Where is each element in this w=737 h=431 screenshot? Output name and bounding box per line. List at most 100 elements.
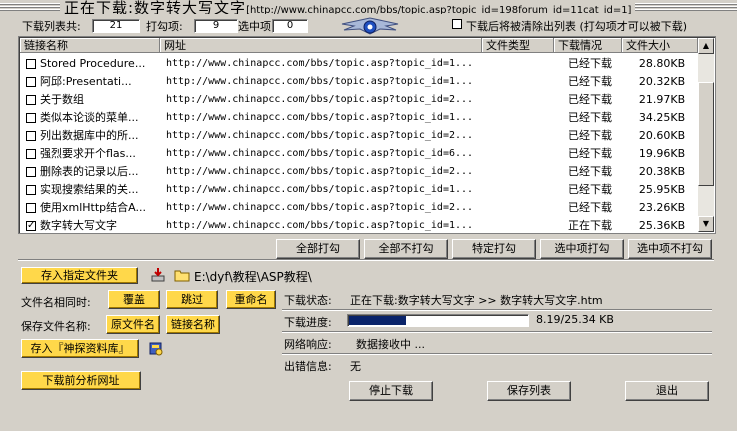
row-url: http://www.chinapcc.com/bbs/topic.asp?to… bbox=[166, 112, 474, 123]
rename-button[interactable]: 重命名 bbox=[226, 290, 276, 309]
row-file-size: 28.80KB bbox=[638, 57, 686, 70]
check-specific-button[interactable]: 特定打勾 bbox=[452, 239, 536, 259]
row-file-type bbox=[486, 73, 554, 91]
row-download-status: 正在下载 bbox=[568, 219, 612, 232]
check-selected-button[interactable]: 选中项打勾 bbox=[540, 239, 624, 259]
exit-button[interactable]: 退出 bbox=[625, 381, 709, 401]
original-filename-button[interactable]: 原文件名 bbox=[106, 315, 160, 334]
title-bar[interactable]: 正在下载:数字转大写文字[http://www.chinapcc.com/bbs… bbox=[0, 0, 737, 14]
checked-count-label: 打勾项: bbox=[146, 20, 183, 33]
row-checkbox[interactable] bbox=[26, 113, 36, 123]
selected-count-value: 0 bbox=[272, 19, 308, 33]
list-count-value: 21 bbox=[92, 19, 140, 33]
status-divider bbox=[282, 331, 712, 333]
row-checkbox[interactable] bbox=[26, 77, 36, 87]
table-row[interactable]: Stored Procedure... http://www.chinapcc.c… bbox=[20, 55, 698, 73]
row-file-type bbox=[486, 163, 554, 181]
row-link-name: 强烈要求开个flas... bbox=[40, 147, 136, 160]
row-download-status: 已经下载 bbox=[568, 75, 612, 88]
download-tray-icon[interactable] bbox=[150, 267, 166, 283]
row-link-name: 数字转大写文字 bbox=[40, 219, 117, 232]
check-all-button[interactable]: 全部打勾 bbox=[276, 239, 360, 259]
analyze-before-download-button[interactable]: 下载前分析网址 bbox=[21, 371, 141, 390]
row-url: http://www.chinapcc.com/bbs/topic.asp?to… bbox=[166, 130, 474, 141]
row-checkbox[interactable] bbox=[26, 203, 36, 213]
row-checkbox[interactable] bbox=[26, 167, 36, 177]
row-download-status: 已经下载 bbox=[568, 57, 612, 70]
row-url: http://www.chinapcc.com/bbs/topic.asp?to… bbox=[166, 202, 474, 213]
status-divider bbox=[282, 309, 712, 311]
column-header-name[interactable]: 链接名称 bbox=[20, 38, 160, 53]
row-file-type bbox=[486, 199, 554, 217]
uncheck-selected-button[interactable]: 选中项不打勾 bbox=[628, 239, 712, 259]
clear-after-download-checkbox[interactable] bbox=[452, 19, 462, 29]
download-list[interactable]: 链接名称 网址 文件类型 下载情况 文件大小 Stored Procedure.… bbox=[18, 36, 716, 234]
row-checkbox[interactable] bbox=[26, 95, 36, 105]
error-info-value: 无 bbox=[350, 360, 361, 373]
save-list-button[interactable]: 保存列表 bbox=[487, 381, 571, 401]
row-file-size: 19.96KB bbox=[638, 147, 686, 160]
row-checkbox[interactable]: ✓ bbox=[26, 221, 36, 231]
scroll-thumb[interactable] bbox=[698, 82, 714, 186]
row-download-status: 已经下载 bbox=[568, 183, 612, 196]
row-url: http://www.chinapcc.com/bbs/topic.asp?to… bbox=[166, 76, 474, 87]
column-header-size[interactable]: 文件大小 bbox=[622, 38, 698, 53]
list-vertical-scrollbar[interactable]: ▲ ▼ bbox=[698, 38, 714, 232]
network-response-value: 数据接收中 ... bbox=[356, 338, 425, 351]
column-header-url[interactable]: 网址 bbox=[160, 38, 482, 53]
table-row[interactable]: 列出数据库中的所... http://www.chinapcc.com/bbs/t… bbox=[20, 127, 698, 145]
row-checkbox[interactable] bbox=[26, 131, 36, 141]
row-download-status: 已经下载 bbox=[568, 129, 612, 142]
checked-count-value: 9 bbox=[194, 19, 238, 33]
row-checkbox[interactable] bbox=[26, 59, 36, 69]
overwrite-button[interactable]: 覆盖 bbox=[108, 290, 160, 309]
folder-icon[interactable] bbox=[174, 268, 190, 282]
status-divider bbox=[282, 353, 712, 355]
title-main: 正在下载:数字转大写文字 bbox=[64, 0, 247, 14]
column-header-type[interactable]: 文件类型 bbox=[482, 38, 554, 53]
row-checkbox[interactable] bbox=[26, 149, 36, 159]
stop-download-button[interactable]: 停止下载 bbox=[349, 381, 433, 401]
database-icon[interactable] bbox=[148, 340, 164, 356]
selected-count-label: 选中项: bbox=[238, 20, 275, 33]
download-progress-label: 下载进度: bbox=[284, 316, 332, 329]
table-row[interactable]: 强烈要求开个flas... http://www.chinapcc.com/bbs… bbox=[20, 145, 698, 163]
scroll-up-icon[interactable]: ▲ bbox=[698, 38, 714, 54]
error-info-label: 出错信息: bbox=[284, 360, 332, 373]
uncheck-all-button[interactable]: 全部不打勾 bbox=[364, 239, 448, 259]
progress-fill bbox=[349, 316, 406, 325]
title-url: [http://www.chinapcc.com/bbs/topic.asp?t… bbox=[246, 5, 632, 14]
table-row[interactable]: 使用xmlHttp结合A... http://www.chinapcc.com/b… bbox=[20, 199, 698, 217]
table-row[interactable]: 删除表的记录以后... http://www.chinapcc.com/bbs/t… bbox=[20, 163, 698, 181]
store-to-database-button[interactable]: 存入『神探资料库』 bbox=[21, 339, 139, 358]
progress-text: 8.19/25.34 KB bbox=[536, 313, 614, 326]
scroll-down-icon[interactable]: ▼ bbox=[698, 216, 714, 232]
row-file-size: 34.25KB bbox=[638, 111, 686, 124]
row-checkbox[interactable] bbox=[26, 185, 36, 195]
download-state-label: 下载状态: bbox=[284, 294, 332, 307]
table-row[interactable]: 关于数组 http://www.chinapcc.com/bbs/topic.as… bbox=[20, 91, 698, 109]
row-link-name: 列出数据库中的所... bbox=[40, 129, 139, 142]
clear-after-download-label: 下载后将被清除出列表 (打勾项才可以被下载) bbox=[466, 20, 688, 33]
link-name-button[interactable]: 链接名称 bbox=[166, 315, 220, 334]
skip-button[interactable]: 跳过 bbox=[166, 290, 218, 309]
table-row[interactable]: 实现搜索结果的关... http://www.chinapcc.com/bbs/t… bbox=[20, 181, 698, 199]
row-link-name: 使用xmlHttp结合A... bbox=[40, 201, 146, 214]
row-download-status: 已经下载 bbox=[568, 201, 612, 214]
table-row[interactable]: ✓ 数字转大写文字 http://www.chinapcc.com/bbs/topi… bbox=[20, 217, 698, 233]
row-download-status: 已经下载 bbox=[568, 147, 612, 160]
row-link-name: 阿邱:Presentati... bbox=[40, 75, 132, 88]
row-file-size: 20.32KB bbox=[638, 75, 686, 88]
table-row[interactable]: 阿邱:Presentati... http://www.chinapcc.com/… bbox=[20, 73, 698, 91]
column-header-status[interactable]: 下载情况 bbox=[554, 38, 622, 53]
row-download-status: 已经下载 bbox=[568, 93, 612, 106]
row-download-status: 已经下载 bbox=[568, 165, 612, 178]
row-file-size: 21.97KB bbox=[638, 93, 686, 106]
row-link-name: 类似本论谈的菜单... bbox=[40, 111, 139, 124]
table-row[interactable]: 类似本论谈的菜单... http://www.chinapcc.com/bbs/t… bbox=[20, 109, 698, 127]
save-to-folder-button[interactable]: 存入指定文件夹 bbox=[21, 267, 138, 284]
row-download-status: 已经下载 bbox=[568, 111, 612, 124]
row-file-type bbox=[486, 145, 554, 163]
list-count-label: 下载列表共: bbox=[22, 20, 81, 33]
row-link-name: 实现搜索结果的关... bbox=[40, 183, 139, 196]
